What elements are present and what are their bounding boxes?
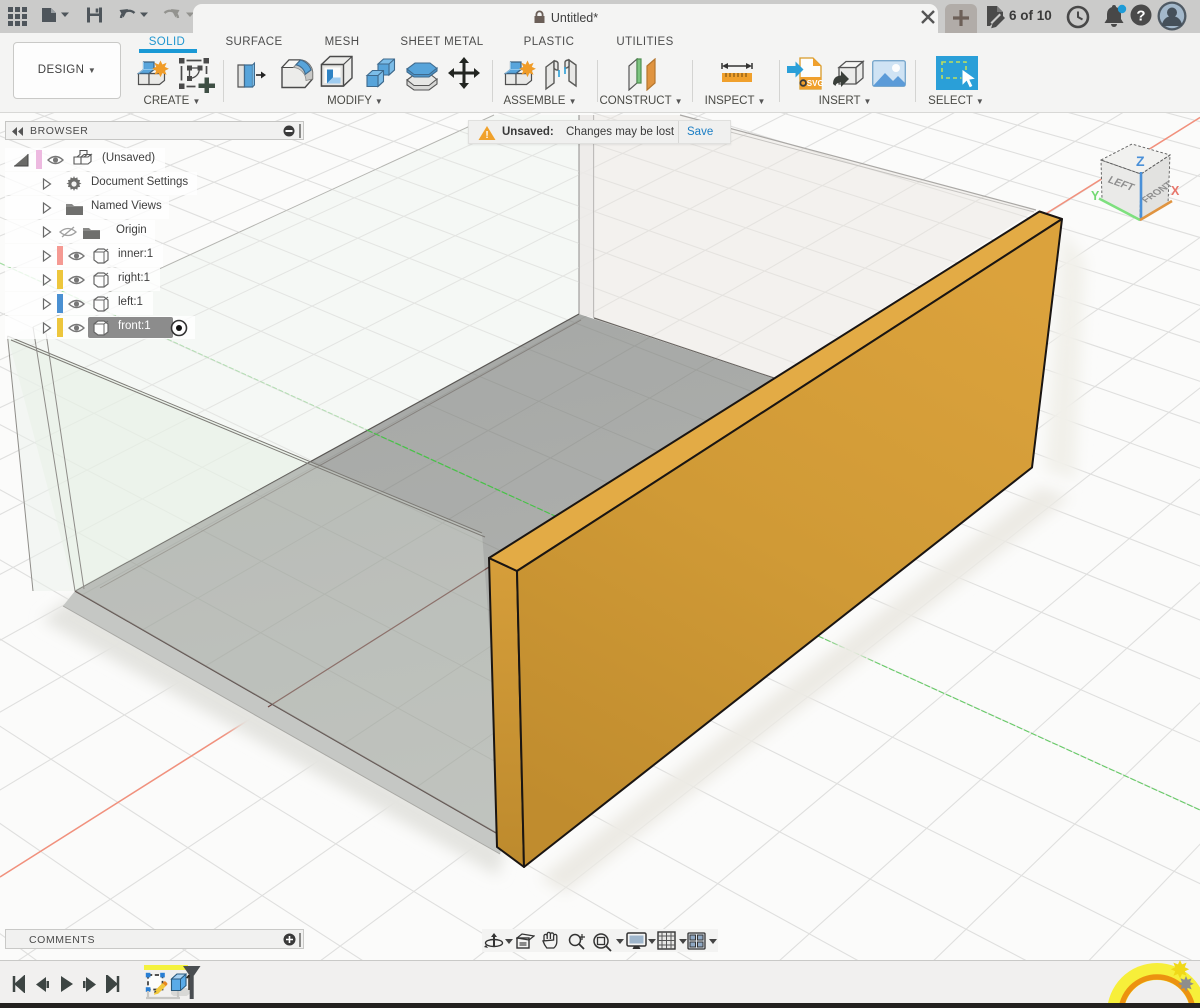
svg-text:!: ! [485,130,488,141]
svg-text:SVG: SVG [807,79,823,88]
svg-text:Y: Y [1091,189,1100,203]
svg-text:X: X [1171,184,1180,198]
svg-text:Z: Z [1136,153,1145,169]
svg-text:?: ? [1136,8,1145,25]
